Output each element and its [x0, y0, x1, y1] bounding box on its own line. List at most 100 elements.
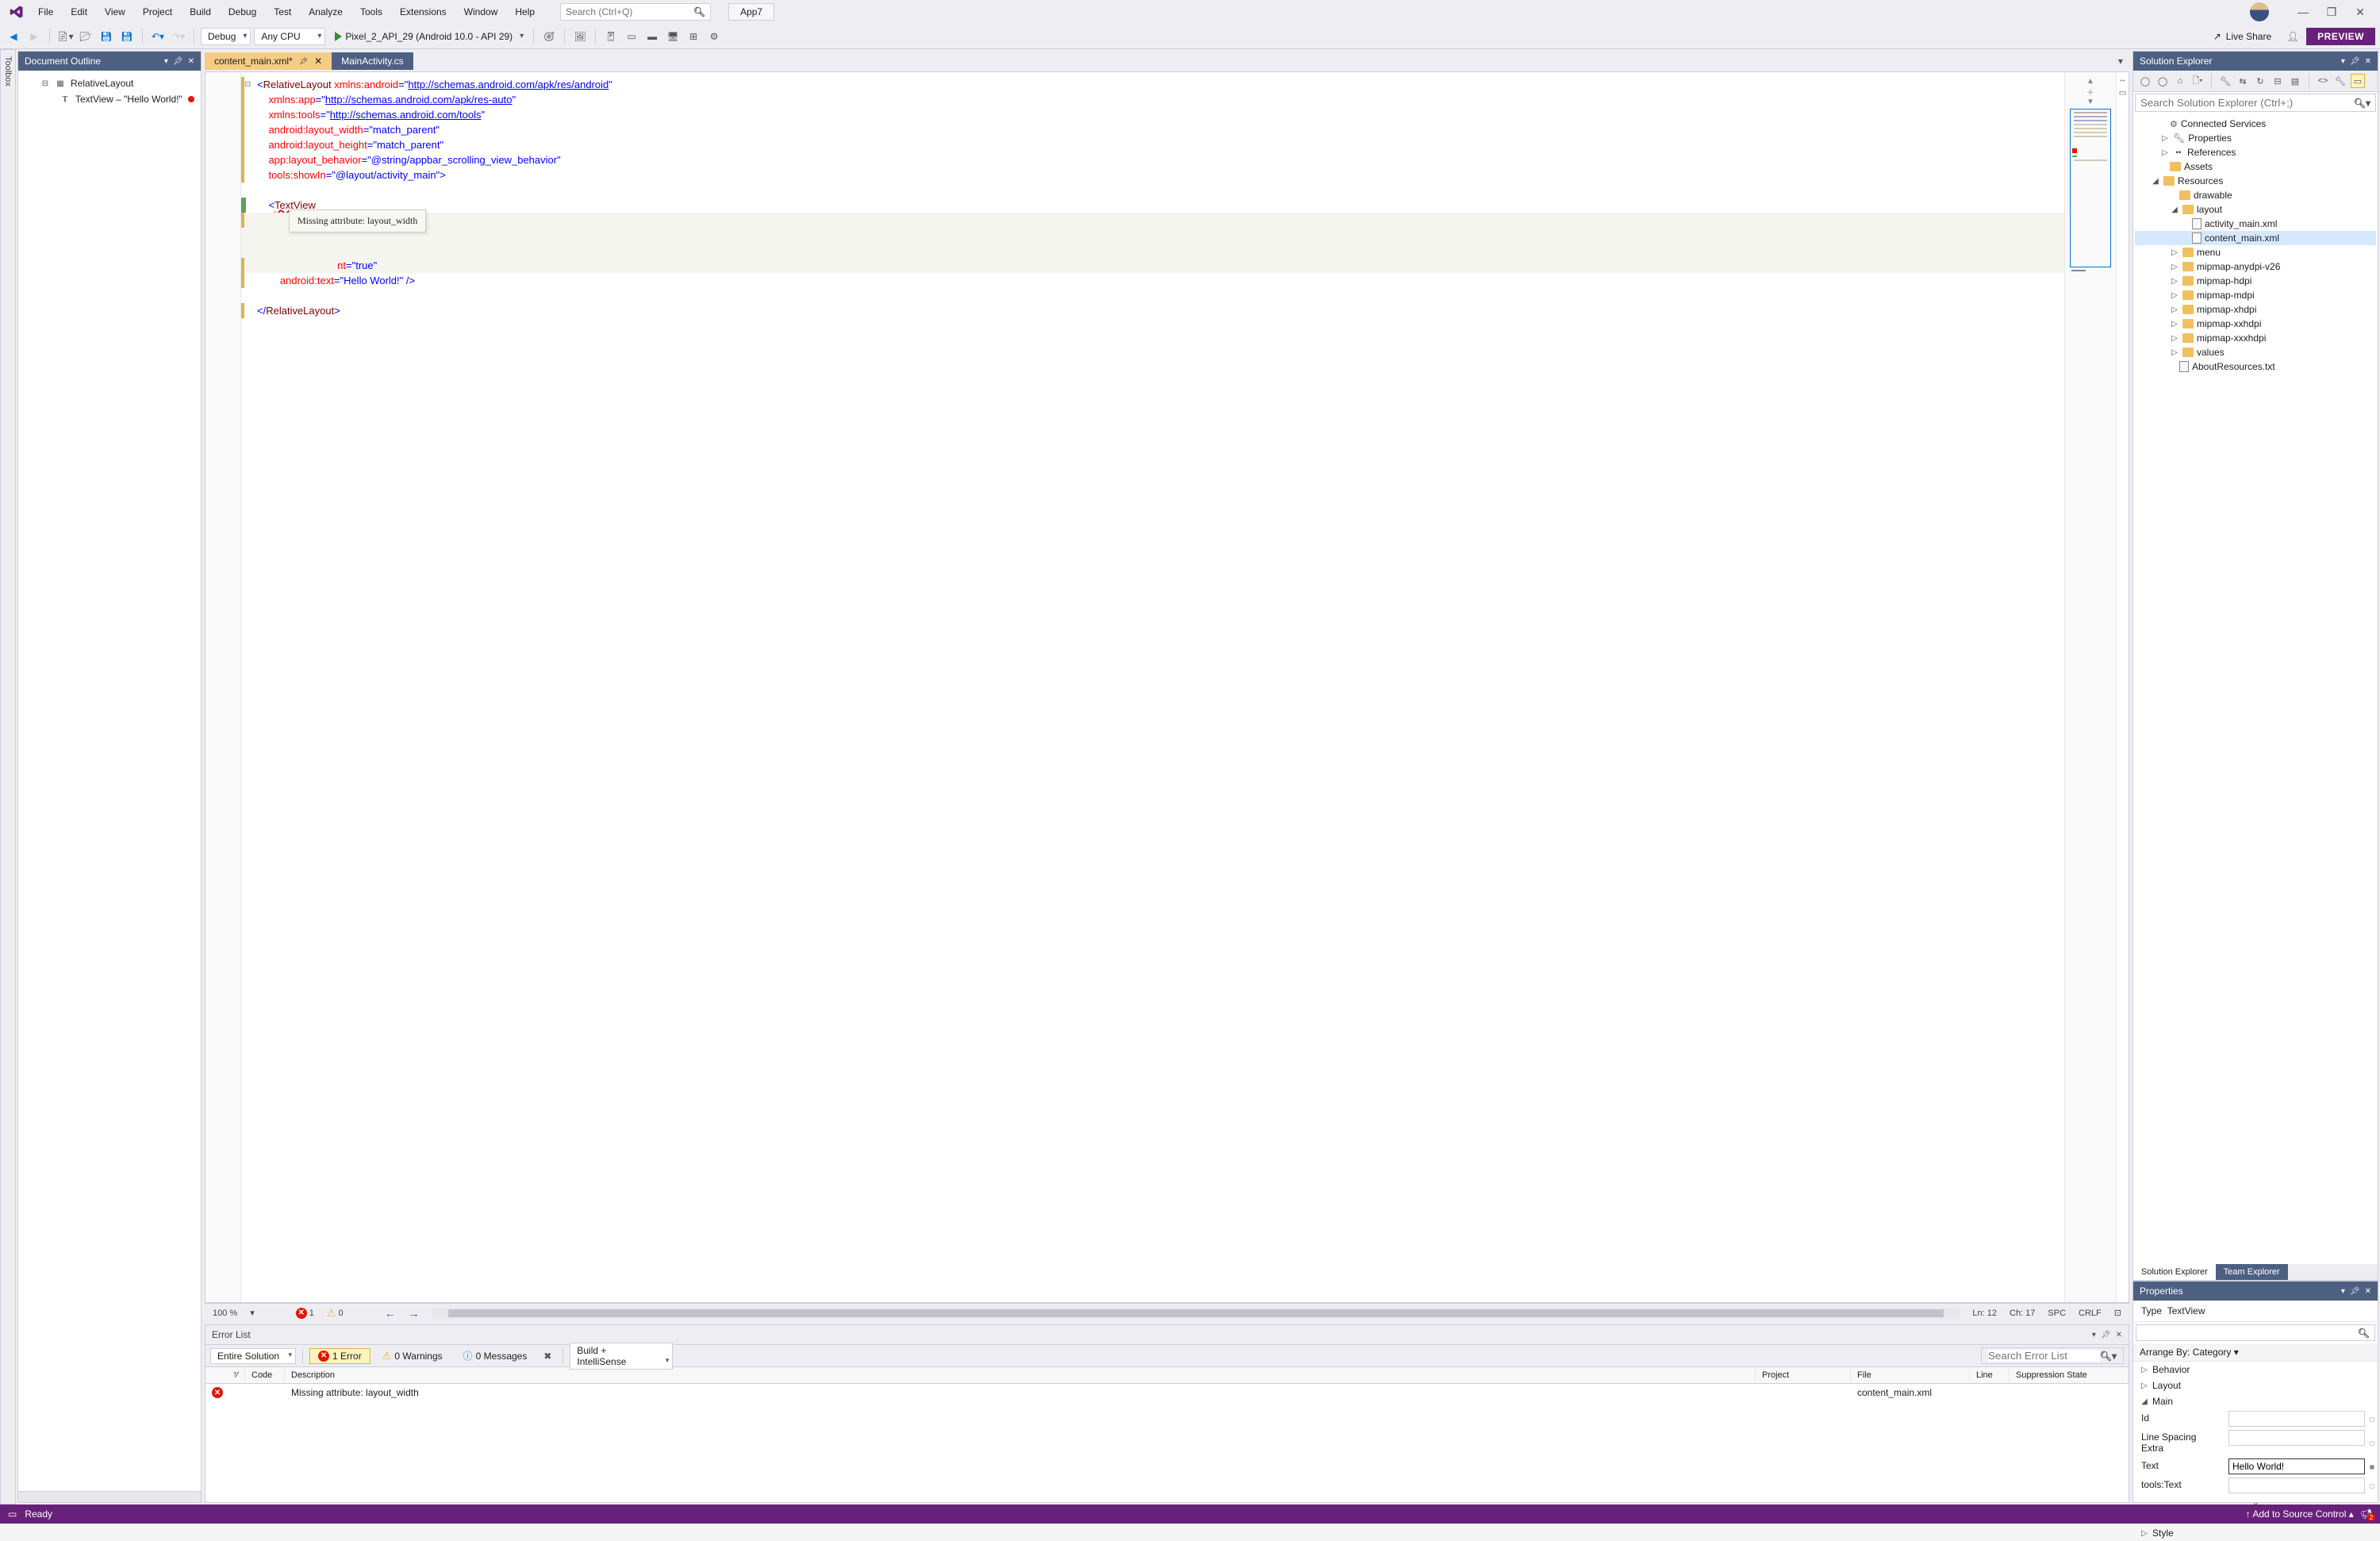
- editor-hscrollbar[interactable]: [432, 1308, 1960, 1319]
- editor-tab-active[interactable]: content_main.xml* 📌︎ ✕: [205, 52, 332, 70]
- panel-close-icon[interactable]: ✕: [2365, 1287, 2371, 1296]
- properties-search[interactable]: 🔍︎: [2136, 1324, 2375, 1341]
- undo-button[interactable]: ↶▾: [149, 28, 167, 45]
- prop-input-text[interactable]: [2228, 1458, 2365, 1474]
- menu-window[interactable]: Window: [456, 3, 506, 21]
- se-item[interactable]: ▷▪▪References: [2135, 145, 2376, 159]
- minimize-button[interactable]: —: [2296, 6, 2310, 18]
- device-btn-4[interactable]: 🖥︎: [664, 28, 681, 45]
- se-item[interactable]: ▷mipmap-mdpi: [2135, 288, 2376, 302]
- panel-dropdown-icon[interactable]: ▾: [2092, 1331, 2096, 1339]
- device-btn-2[interactable]: ▭: [623, 28, 640, 45]
- device-btn-3[interactable]: ▬: [643, 28, 661, 45]
- live-share-button[interactable]: ↗ Live Share: [2205, 31, 2279, 42]
- run-target-dropdown[interactable]: Pixel_2_API_29 (Android 10.0 - API 29): [328, 27, 527, 46]
- tab-overflow-button[interactable]: ▾: [2112, 56, 2129, 67]
- source-control-button[interactable]: ↑ Add to Source Control ▴: [2246, 1508, 2354, 1520]
- editor-tab-inactive[interactable]: MainActivity.cs: [332, 52, 413, 70]
- panel-close-icon[interactable]: ✕: [2365, 57, 2371, 66]
- indent-mode[interactable]: SPC: [2048, 1309, 2066, 1318]
- quick-search-input[interactable]: [566, 6, 693, 17]
- menu-build[interactable]: Build: [182, 3, 219, 21]
- menu-analyze[interactable]: Analyze: [301, 3, 351, 21]
- code-editor[interactable]: ⊟<RelativeLayout xmlns:android="http://s…: [241, 72, 2064, 1302]
- nav-fwd-arrow[interactable]: →: [409, 1307, 420, 1320]
- tab-solution-explorer[interactable]: Solution Explorer: [2133, 1264, 2216, 1280]
- quick-search[interactable]: 🔍︎: [560, 3, 711, 21]
- panel-pin-icon[interactable]: 📌︎: [2101, 1331, 2111, 1339]
- document-outline-tree[interactable]: ⊟ ▦ RelativeLayout T TextView – "Hello W…: [18, 71, 201, 1491]
- se-code-icon[interactable]: <>: [2316, 74, 2330, 88]
- panel-dropdown-icon[interactable]: ▾: [2341, 57, 2345, 66]
- prop-cat-style[interactable]: ▷Style: [2133, 1525, 2378, 1541]
- error-scope-dropdown[interactable]: Entire Solution: [210, 1348, 296, 1364]
- device-btn-6[interactable]: ⚙︎: [705, 28, 723, 45]
- se-props-icon[interactable]: 🔧︎: [2333, 74, 2347, 88]
- prop-marker-icon[interactable]: ◻: [2367, 1476, 2378, 1495]
- prop-cat-behavior[interactable]: ▷Behavior: [2133, 1362, 2378, 1378]
- se-item[interactable]: ▷mipmap-xhdpi: [2135, 302, 2376, 317]
- prop-marker-icon[interactable]: ◻: [2367, 1428, 2378, 1457]
- prop-input-linespacing[interactable]: [2228, 1430, 2365, 1446]
- se-fwd-icon[interactable]: ◯: [2155, 74, 2170, 88]
- outline-node-root[interactable]: ⊟ ▦ RelativeLayout: [21, 75, 198, 91]
- menu-help[interactable]: Help: [507, 3, 543, 21]
- menu-extensions[interactable]: Extensions: [392, 3, 455, 21]
- se-sync-icon[interactable]: 🗋▾: [2190, 74, 2205, 88]
- nav-forward-button[interactable]: ▶: [25, 28, 43, 45]
- scrollbar-horizontal[interactable]: [18, 1491, 201, 1502]
- panel-pin-icon[interactable]: 📌︎: [2350, 57, 2360, 66]
- save-button[interactable]: 💾︎: [98, 28, 115, 45]
- panel-close-icon[interactable]: ✕: [188, 57, 194, 66]
- se-search[interactable]: 🔍︎▾: [2135, 94, 2376, 112]
- tab-close-icon[interactable]: ✕: [314, 56, 322, 67]
- panel-pin-icon[interactable]: 📌︎: [2350, 1287, 2360, 1296]
- se-item[interactable]: ◢Resources: [2135, 174, 2376, 188]
- prop-input-toolstext[interactable]: [2228, 1478, 2365, 1493]
- se-item[interactable]: ▷values: [2135, 345, 2376, 359]
- se-showall-icon[interactable]: ▤: [2288, 74, 2302, 88]
- save-all-button[interactable]: 💾︎: [118, 28, 136, 45]
- se-collapse-icon[interactable]: ⊟: [2271, 74, 2285, 88]
- warning-icon[interactable]: ⚠︎: [327, 1307, 336, 1320]
- solution-name-dropdown[interactable]: App7: [728, 3, 774, 21]
- panel-dropdown-icon[interactable]: ▾: [2341, 1287, 2345, 1296]
- menu-project[interactable]: Project: [135, 3, 180, 21]
- se-item[interactable]: activity_main.xml: [2135, 217, 2376, 231]
- se-home-icon[interactable]: ⌂: [2173, 74, 2187, 88]
- menu-tools[interactable]: Tools: [352, 3, 390, 21]
- se-item[interactable]: ▷mipmap-xxxhdpi: [2135, 331, 2376, 345]
- se-back-icon[interactable]: ◯: [2138, 74, 2152, 88]
- platform-dropdown[interactable]: Any CPU: [254, 28, 325, 45]
- build-intellisense-dropdown[interactable]: Build + IntelliSense: [570, 1343, 673, 1370]
- nav-back-arrow[interactable]: ←: [385, 1307, 396, 1320]
- prop-cat-main[interactable]: ◢Main: [2133, 1393, 2378, 1409]
- toolbox-tab[interactable]: Toolbox: [0, 49, 16, 1504]
- tool-btn-1[interactable]: 🧭︎: [540, 28, 558, 45]
- tab-team-explorer[interactable]: Team Explorer: [2216, 1264, 2288, 1280]
- se-item[interactable]: ◢layout: [2135, 202, 2376, 217]
- collapse-icon[interactable]: ⊟: [40, 79, 50, 88]
- open-button[interactable]: 📂︎: [77, 28, 94, 45]
- editor-minimap[interactable]: ▲＋▼: [2064, 72, 2116, 1302]
- se-item[interactable]: ▷🔧︎Properties: [2135, 131, 2376, 145]
- error-icon[interactable]: ✕: [296, 1308, 307, 1319]
- panel-pin-icon[interactable]: 📌︎: [173, 57, 183, 66]
- pin-icon[interactable]: 📌︎: [299, 57, 308, 66]
- editor-side-controls[interactable]: ↔▭: [2116, 72, 2129, 1302]
- clear-filter-button[interactable]: ✖︎: [539, 1347, 556, 1365]
- user-avatar[interactable]: [2250, 2, 2269, 21]
- se-tool1-icon[interactable]: 🔧︎: [2218, 74, 2232, 88]
- solution-tree[interactable]: ⚙︎Connected Services ▷🔧︎Properties ▷▪▪Re…: [2133, 113, 2378, 1264]
- menu-debug[interactable]: Debug: [221, 3, 264, 21]
- prop-marker-icon[interactable]: ◻: [2367, 1409, 2378, 1428]
- tool-btn-2[interactable]: 🖼︎: [571, 28, 589, 45]
- se-tool2-icon[interactable]: ⇆: [2236, 74, 2250, 88]
- se-item[interactable]: drawable: [2135, 188, 2376, 202]
- messages-filter[interactable]: ⓘ0 Messages: [455, 1347, 536, 1365]
- se-refresh-icon[interactable]: ↻: [2253, 74, 2267, 88]
- restore-button[interactable]: ❐: [2324, 6, 2339, 19]
- close-button[interactable]: ✕: [2353, 6, 2367, 19]
- panel-close-icon[interactable]: ✕: [2116, 1331, 2122, 1339]
- menu-test[interactable]: Test: [266, 3, 299, 21]
